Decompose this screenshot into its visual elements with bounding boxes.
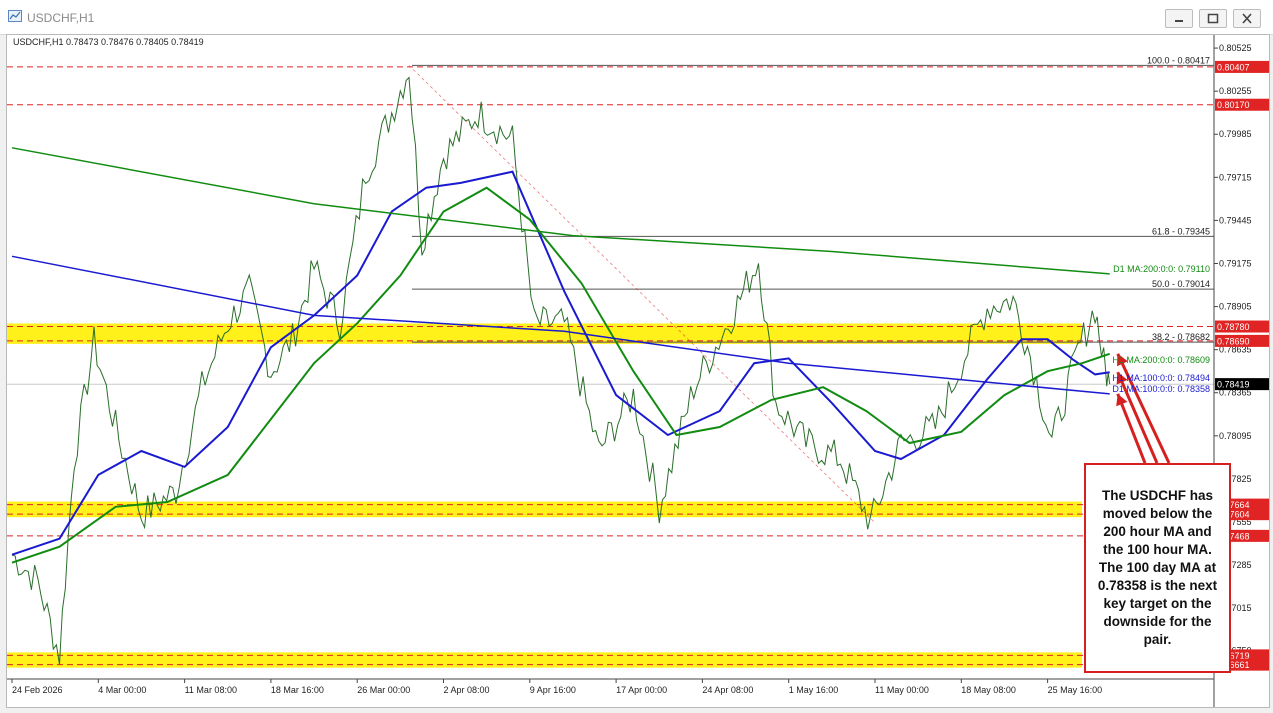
level-tag-text-7: 0.78690 — [1217, 336, 1250, 346]
y-tick-label-4: 0.79445 — [1219, 215, 1252, 225]
ma-line-3 — [11, 147, 1110, 275]
level-tag-text-4: 0.80407 — [1217, 62, 1250, 72]
x-tick-label-5: 2 Apr 08:00 — [444, 685, 490, 695]
level-tag-text-6: 0.78780 — [1217, 322, 1250, 332]
price-series-line — [11, 76, 1111, 665]
y-tick-label-0: 0.80525 — [1219, 43, 1252, 53]
x-tick-label-0: 24 Feb 2026 — [12, 685, 63, 695]
fib-level-label-3: 38.2 - 0.78682 — [1152, 332, 1210, 342]
x-tick-label-2: 11 Mar 08:00 — [185, 685, 237, 695]
price-chart[interactable]: 0.80525 0.80255 0.79985 0.79715 0.79445 0.791… — [7, 35, 1269, 707]
maximize-button[interactable] — [1199, 9, 1227, 28]
ma-label-1: H1 MA:200:0:0: 0.78609 — [1112, 355, 1210, 365]
chart-area[interactable]: 0.80525 0.80255 0.79985 0.79715 0.79445 0.791… — [6, 34, 1270, 708]
close-icon — [1242, 13, 1252, 24]
x-tick-label-8: 24 Apr 08:00 — [702, 685, 753, 695]
ma-label-3: D1 MA:200:0:0: 0.79110 — [1113, 264, 1210, 274]
x-tick-label-11: 18 May 08:00 — [961, 685, 1016, 695]
y-tick-label-3: 0.79715 — [1219, 172, 1252, 182]
ohlc-header: USDCHF,H1 0.78473 0.78476 0.78405 0.7841… — [13, 37, 204, 47]
window-title: USDCHF,H1 — [27, 11, 95, 25]
x-tick-label-6: 9 Apr 16:00 — [530, 685, 576, 695]
fib-level-label-0: 100.0 - 0.80417 — [1147, 55, 1210, 65]
x-tick-label-7: 17 Apr 00:00 — [616, 685, 667, 695]
fib-level-label-1: 61.8 - 0.79345 — [1152, 226, 1210, 236]
maximize-icon — [1207, 13, 1219, 24]
y-tick-label-9: 0.78095 — [1219, 431, 1252, 441]
annotation-callout: The USDCHF has moved below the 200 hour … — [1084, 463, 1231, 673]
annotation-text: The USDCHF has moved below the 200 hour … — [1097, 488, 1218, 647]
zone-band-2 — [7, 652, 1082, 668]
x-tick-label-3: 18 Mar 16:00 — [271, 685, 324, 695]
ma-label-2: D1 MA:100:0:0: 0.78358 — [1112, 384, 1210, 394]
minimize-button[interactable] — [1165, 9, 1193, 28]
level-tag-text-5: 0.80170 — [1217, 100, 1250, 110]
x-tick-label-12: 25 May 16:00 — [1048, 685, 1103, 695]
current-price-text: 0.78419 — [1217, 380, 1250, 390]
x-tick-label-9: 1 May 16:00 — [789, 685, 839, 695]
x-tick-label-4: 26 Mar 00:00 — [357, 685, 410, 695]
y-tick-label-2: 0.79985 — [1219, 129, 1252, 139]
x-tick-label-1: 4 Mar 00:00 — [98, 685, 146, 695]
zone-band-1 — [7, 501, 1082, 518]
minimize-icon — [1175, 20, 1183, 22]
fib-level-label-2: 50.0 - 0.79014 — [1152, 279, 1210, 289]
close-button[interactable] — [1233, 9, 1261, 28]
x-tick-label-10: 11 May 00:00 — [875, 685, 929, 695]
y-tick-label-1: 0.80255 — [1219, 86, 1252, 96]
ma-label-0: H1 MA:100:0:0: 0.78494 — [1112, 373, 1210, 383]
arrow-shaft-0 — [1116, 353, 1171, 464]
y-tick-label-6: 0.78905 — [1219, 302, 1252, 312]
title-bar: USDCHF,H1 — [0, 0, 1273, 35]
fib-diagonal-line — [408, 65, 876, 524]
y-tick-label-5: 0.79175 — [1219, 258, 1252, 268]
chart-window-icon — [8, 10, 22, 22]
